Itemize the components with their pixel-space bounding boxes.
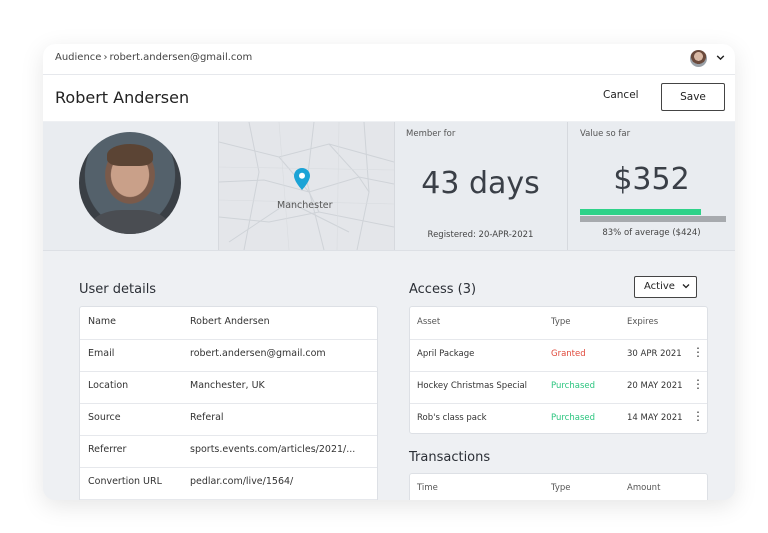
details-row-source: Source Referal <box>80 403 377 436</box>
details-row-email: Email robert.andersen@gmail.com <box>80 339 377 372</box>
access-asset: Rob's class pack <box>417 413 487 423</box>
details-row-conversion-url: Convertion URL pedlar.com/live/1564/ <box>80 467 377 500</box>
table-row: April Package Granted 30 APR 2021 ⋮ <box>410 339 707 372</box>
column-header-asset: Asset <box>417 317 441 327</box>
column-header-expires: Expires <box>627 317 659 327</box>
column-header-amount: Amount <box>627 483 661 493</box>
more-vertical-icon[interactable]: ⋮ <box>692 378 704 390</box>
column-header-type: Type <box>551 317 571 327</box>
details-key: Name <box>88 316 117 327</box>
details-row-location: Location Manchester, UK <box>80 371 377 404</box>
user-details-table: Name Robert Andersen Email robert.anders… <box>79 306 378 500</box>
location-map[interactable]: Manchester <box>218 122 395 250</box>
access-asset: Hockey Christmas Special <box>417 381 528 391</box>
access-table: Asset Type Expires April Package Granted… <box>409 306 708 434</box>
chevron-down-icon <box>681 281 691 294</box>
value-so-far-amount: $352 <box>613 162 690 197</box>
details-key: Email <box>88 348 115 359</box>
more-vertical-icon[interactable]: ⋮ <box>692 410 704 422</box>
user-avatar[interactable] <box>690 50 707 67</box>
top-bar: Audience › robert.andersen@gmail.com <box>43 44 735 75</box>
details-value[interactable]: pedlar.com/live/1564/ <box>190 476 293 487</box>
access-type-badge: Purchased <box>551 381 595 391</box>
stats-strip: Manchester Member for 43 days Registered… <box>43 122 735 251</box>
access-expires: 14 MAY 2021 <box>627 413 683 423</box>
access-asset: April Package <box>417 349 475 359</box>
average-progress-fill <box>580 209 702 215</box>
cancel-button[interactable]: Cancel <box>603 89 639 101</box>
page-header: Robert Andersen Cancel Save <box>43 75 735 121</box>
member-for-value: 43 days <box>421 166 540 201</box>
save-button[interactable]: Save <box>661 83 725 111</box>
transactions-table: Time Type Amount <box>409 473 708 500</box>
details-value: Robert Andersen <box>190 316 270 327</box>
average-progress-bar <box>580 209 726 222</box>
average-comparison: 83% of average ($424) <box>602 228 701 238</box>
page-title: Robert Andersen <box>55 88 190 107</box>
value-so-far-label: Value so far <box>580 129 631 139</box>
breadcrumb: Audience › robert.andersen@gmail.com <box>55 52 252 63</box>
dropdown-selected-value: Active <box>644 281 675 292</box>
access-status-dropdown[interactable]: Active <box>634 276 697 298</box>
user-details-title: User details <box>79 282 157 297</box>
access-expires: 30 APR 2021 <box>627 349 682 359</box>
profile-photo <box>79 132 181 234</box>
transactions-title: Transactions <box>409 450 491 465</box>
details-key: Convertion URL <box>88 476 162 487</box>
chevron-down-icon[interactable] <box>715 52 726 66</box>
details-value: Referal <box>190 412 224 423</box>
details-value: robert.andersen@gmail.com <box>190 348 326 359</box>
registered-date: Registered: 20-APR-2021 <box>427 230 534 240</box>
value-so-far-stat: Value so far $352 83% of average ($424) <box>568 122 735 250</box>
access-type-badge: Granted <box>551 349 586 359</box>
more-vertical-icon[interactable]: ⋮ <box>692 346 704 358</box>
table-row: Rob's class pack Purchased 14 MAY 2021 ⋮ <box>410 403 707 435</box>
access-expires: 20 MAY 2021 <box>627 381 683 391</box>
access-title: Access (3) <box>409 282 477 297</box>
details-key: Referrer <box>88 444 127 455</box>
breadcrumb-current: robert.andersen@gmail.com <box>109 52 253 63</box>
details-key: Location <box>88 380 129 391</box>
member-for-label: Member for <box>406 129 456 139</box>
details-value: Manchester, UK <box>190 380 265 391</box>
map-pin-icon <box>294 168 310 194</box>
column-header-time: Time <box>417 483 438 493</box>
member-for-stat: Member for 43 days Registered: 20-APR-20… <box>394 122 568 250</box>
access-header-row: Asset Type Expires <box>410 307 707 340</box>
details-row-name: Name Robert Andersen <box>80 307 377 340</box>
map-city-label: Manchester <box>277 200 333 211</box>
breadcrumb-separator: › <box>103 52 108 63</box>
details-key: Source <box>88 412 121 423</box>
details-value[interactable]: sports.events.com/articles/2021/... <box>190 444 355 455</box>
breadcrumb-root[interactable]: Audience <box>55 52 101 63</box>
details-row-referrer: Referrer sports.events.com/articles/2021… <box>80 435 377 468</box>
profile-card: Audience › robert.andersen@gmail.com Rober… <box>43 44 735 500</box>
table-row: Hockey Christmas Special Purchased 20 MA… <box>410 371 707 404</box>
access-type-badge: Purchased <box>551 413 595 423</box>
column-header-type: Type <box>551 483 571 493</box>
